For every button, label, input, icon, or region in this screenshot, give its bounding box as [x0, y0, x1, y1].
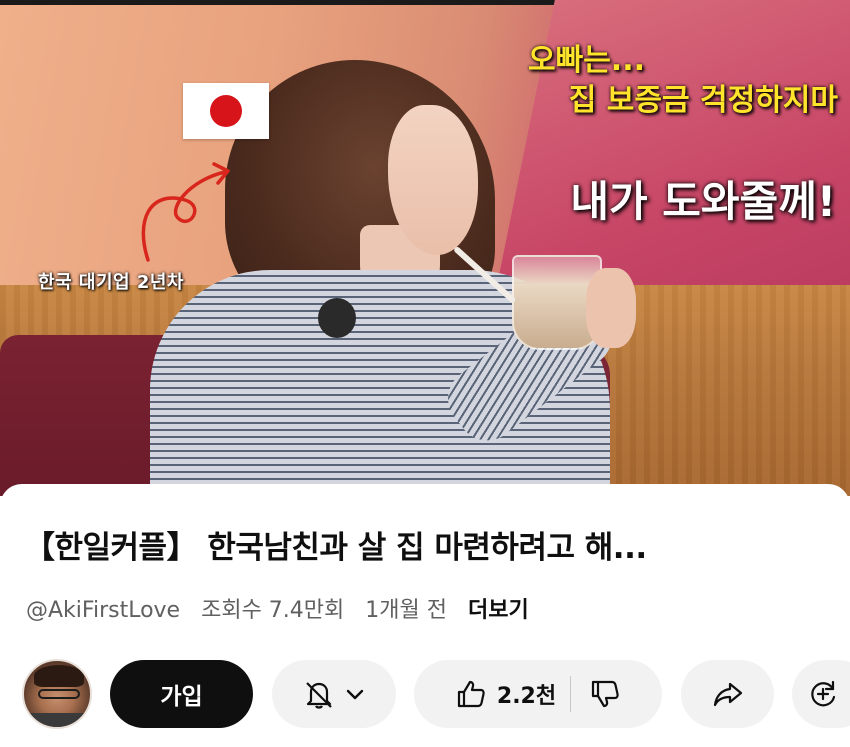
share-icon: [712, 678, 744, 710]
person-hand: [586, 268, 636, 348]
caption-tag: 한국 대기업 2년차: [38, 272, 184, 293]
bell-off-icon: [302, 677, 336, 711]
video-meta: @AkiFirstLove 조회수 7.4만회 1개월 전 더보기: [26, 592, 543, 624]
overlay-text-line2: 집 보증금 걱정하지마: [568, 83, 838, 118]
remix-button[interactable]: [792, 660, 850, 728]
avatar-glasses: [38, 689, 80, 699]
lapel-mic: [318, 298, 356, 338]
avatar-shirt: [24, 713, 90, 727]
more-link[interactable]: 더보기: [468, 598, 529, 623]
notification-button[interactable]: [272, 660, 396, 728]
japan-flag-icon: [183, 83, 269, 139]
upload-age: 1개월 전: [365, 598, 447, 623]
channel-avatar[interactable]: [22, 659, 92, 729]
avatar-hair: [34, 665, 84, 687]
thumbs-down-icon[interactable]: [589, 678, 621, 710]
overlay-text-line1: 오빠는...: [528, 43, 645, 78]
overlay-text-line3: 내가 도와줄께!: [570, 177, 836, 226]
like-count: 2.2천: [496, 684, 557, 709]
channel-handle[interactable]: @AkiFirstLove: [26, 598, 180, 623]
curved-arrow-icon: [141, 162, 230, 262]
video-player[interactable]: 한국 대기업 2년차 오빠는... 집 보증금 걱정하지마 내가 도와줄께!: [0, 0, 850, 496]
like-dislike-group: 2.2천: [414, 660, 662, 728]
remix-icon: [806, 677, 840, 711]
chevron-down-icon: [344, 683, 366, 705]
share-button[interactable]: [681, 660, 774, 728]
like-divider: [570, 676, 572, 712]
thumbs-up-icon[interactable]: [455, 678, 487, 710]
flag-circle: [210, 95, 242, 127]
view-count: 조회수 7.4만회: [201, 598, 345, 623]
video-title[interactable]: 【한일커플】 한국남친과 살 집 마련하려고 해...: [24, 522, 834, 567]
join-button[interactable]: 가입: [110, 660, 253, 728]
action-bar: 가입 2.2천: [0, 655, 850, 735]
